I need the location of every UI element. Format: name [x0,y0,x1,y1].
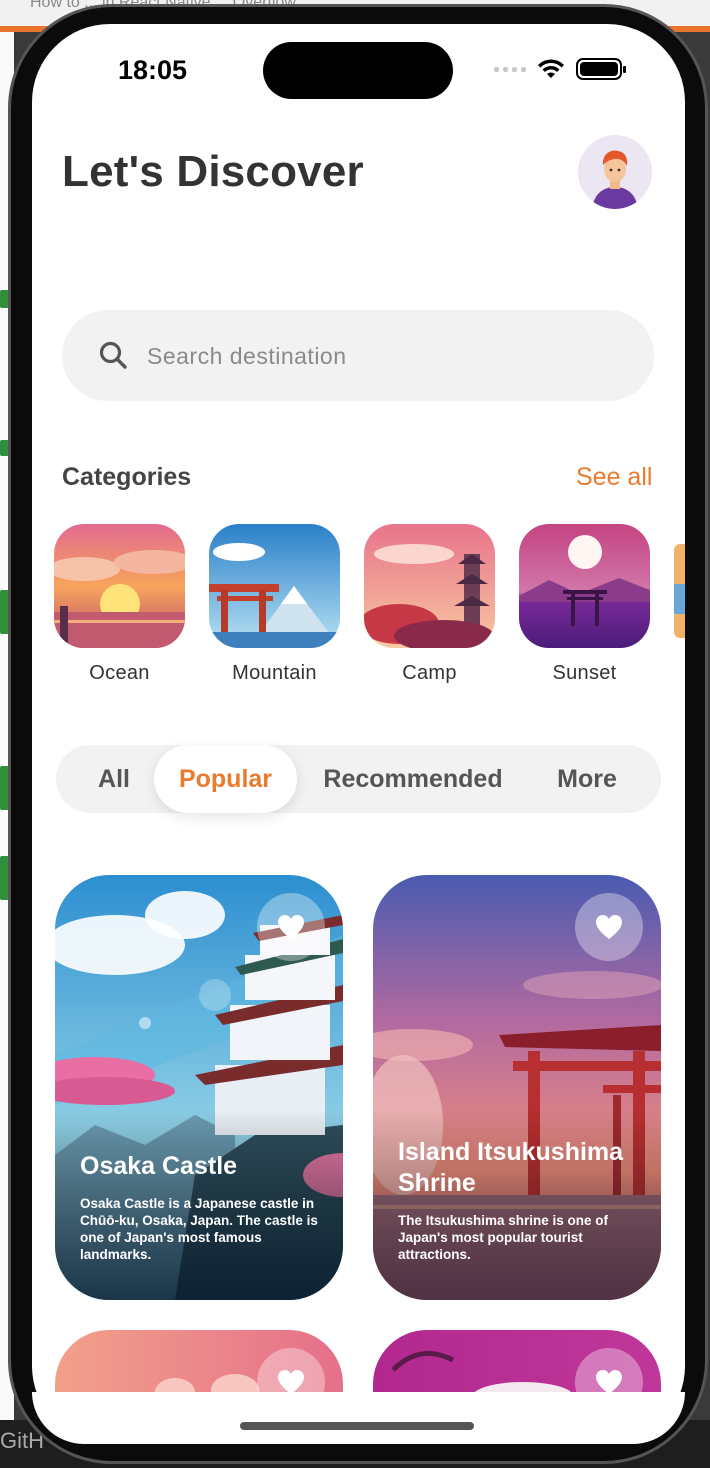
destination-card-osaka-castle[interactable]: Osaka Castle Osaka Castle is a Japanese … [55,875,343,1300]
heart-icon [596,1370,622,1392]
destination-card-itsukushima-shrine[interactable]: Island Itsukushima Shrine The Itsukushim… [373,875,661,1300]
card-description: The Itsukushima shrine is one of Japan's… [398,1213,609,1262]
category-thumbnail [54,524,185,648]
category-label: Sunset [552,662,617,684]
dynamic-island [263,42,453,99]
category-mountain[interactable]: Mountain [209,524,340,685]
category-thumbnail [519,524,650,648]
status-icons [494,58,626,80]
categories-heading: Categories [62,463,192,491]
card-description: Osaka Castle is a Japanese castle in Chū… [80,1196,318,1262]
favorite-button[interactable] [575,893,643,961]
search-icon [99,341,127,369]
category-thumbnail [364,524,495,648]
see-all-link[interactable]: See all [576,463,652,492]
page-title: Let's Discover [62,147,364,196]
heart-icon [596,915,622,939]
heart-icon [278,915,304,939]
filter-tabs: All Popular Recommended More [56,745,661,813]
home-indicator[interactable] [240,1422,474,1430]
category-ocean[interactable]: Ocean [54,524,185,685]
destination-card-partial[interactable] [55,1330,343,1392]
card-title: Osaka Castle [80,1152,238,1180]
user-avatar-icon [592,150,638,209]
search-input[interactable] [147,336,607,376]
destination-card-partial[interactable] [373,1330,661,1392]
category-label: Camp [402,662,457,684]
category-thumbnail-partial[interactable] [674,544,685,638]
tab-popular[interactable]: Popular [154,745,297,813]
tab-all[interactable]: All [76,745,152,813]
category-thumbnail [209,524,340,648]
favorite-button[interactable] [257,893,325,961]
battery-icon [576,58,626,80]
tab-more[interactable]: More [540,745,634,813]
avatar[interactable] [578,135,652,209]
status-time: 18:05 [118,55,188,85]
wifi-icon [538,59,564,78]
category-label: Mountain [232,662,317,684]
tab-recommended[interactable]: Recommended [306,745,520,813]
cellular-signal-icon [494,66,526,72]
home-area [32,1392,685,1444]
card-title: Island Itsukushima Shrine [398,1138,624,1197]
category-camp[interactable]: Camp [364,524,495,685]
category-sunset[interactable]: Sunset [519,524,650,685]
heart-icon [278,1370,304,1392]
category-label: Ocean [89,662,150,684]
